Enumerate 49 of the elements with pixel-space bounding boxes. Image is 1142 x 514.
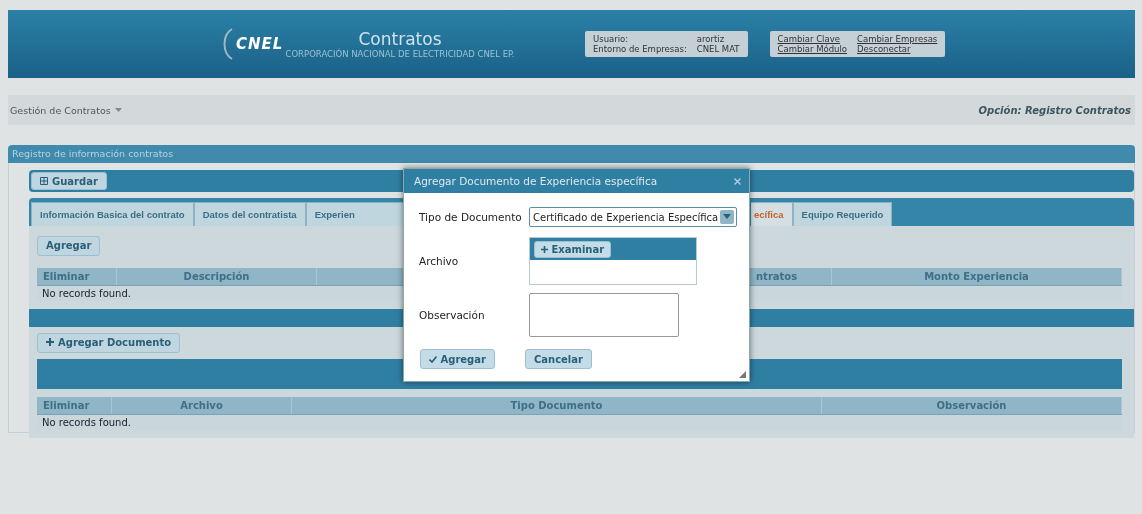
field-label: Observación	[419, 309, 486, 321]
column-header[interactable]: ntratos	[756, 270, 798, 282]
app-subtitle: CORPORACIÓN NACIONAL DE ELECTRICIDAD CNEL EP.	[285, 49, 515, 59]
add-button[interactable]: Agregar	[37, 235, 101, 256]
info-value: CNEL MAT	[696, 44, 740, 54]
header-link[interactable]: Desconectar	[857, 44, 938, 54]
tab[interactable]: ecífica	[751, 202, 793, 226]
caret-icon	[114, 107, 122, 113]
column-header[interactable]: Descripción	[183, 270, 250, 282]
logo-text: CNEL	[236, 35, 284, 53]
header-link[interactable]: Cambiar Empresas	[857, 34, 938, 44]
column-header[interactable]: Observación	[936, 399, 1007, 411]
grid-icon	[40, 176, 48, 185]
info-value: arortiz	[696, 34, 726, 44]
browse-button[interactable]: Examinar	[534, 240, 612, 258]
info-label: Usuario:	[593, 34, 630, 44]
column-header[interactable]: Tipo Documento	[510, 399, 603, 411]
empty-message: No records found.	[42, 415, 131, 430]
observation-field[interactable]	[529, 293, 679, 337]
plus-icon	[541, 245, 548, 253]
empty-message: No records found.	[42, 286, 131, 301]
info-label: Entorno de Empresas:	[593, 44, 687, 54]
tab[interactable]: Datos del contratista	[193, 202, 306, 226]
save-button[interactable]: Guardar	[31, 172, 107, 190]
column-header[interactable]: Eliminar	[43, 270, 90, 282]
resize-handle-icon[interactable]	[739, 371, 746, 378]
add-document-button[interactable]: Agregar Documento	[37, 332, 181, 353]
column-header[interactable]: Archivo	[180, 399, 223, 411]
dialog-title: Agregar Documento de Experiencia específica	[414, 175, 658, 187]
current-option: Opción: Registro Contratos	[978, 104, 1131, 116]
field-label: Archivo	[419, 255, 460, 267]
add-button[interactable]: Agregar	[420, 349, 495, 369]
app-title: Contratos	[358, 29, 442, 49]
dropdown-icon[interactable]	[720, 210, 734, 224]
tab[interactable]: Experien	[305, 202, 404, 226]
close-icon[interactable]	[734, 177, 741, 185]
tab[interactable]: Equipo Requerido	[792, 202, 893, 226]
field-label: Tipo de Documento	[419, 211, 523, 223]
check-icon	[429, 355, 437, 363]
menu-item[interactable]: Gestión de Contratos	[10, 104, 122, 116]
header-link[interactable]: Cambiar Clave	[777, 34, 848, 44]
document-type-select[interactable]: Certificado de Experiencia Específica	[529, 207, 737, 227]
tab[interactable]: Información Basica del contrato	[31, 202, 194, 226]
column-header[interactable]: Monto Experiencia	[924, 270, 1029, 282]
header-link[interactable]: Cambiar Módulo	[777, 44, 848, 54]
plus-icon	[46, 338, 54, 346]
panel-title: Registro de información contratos	[12, 148, 174, 159]
column-header[interactable]: Eliminar	[43, 399, 90, 411]
cancel-button[interactable]: Cancelar	[524, 349, 592, 369]
